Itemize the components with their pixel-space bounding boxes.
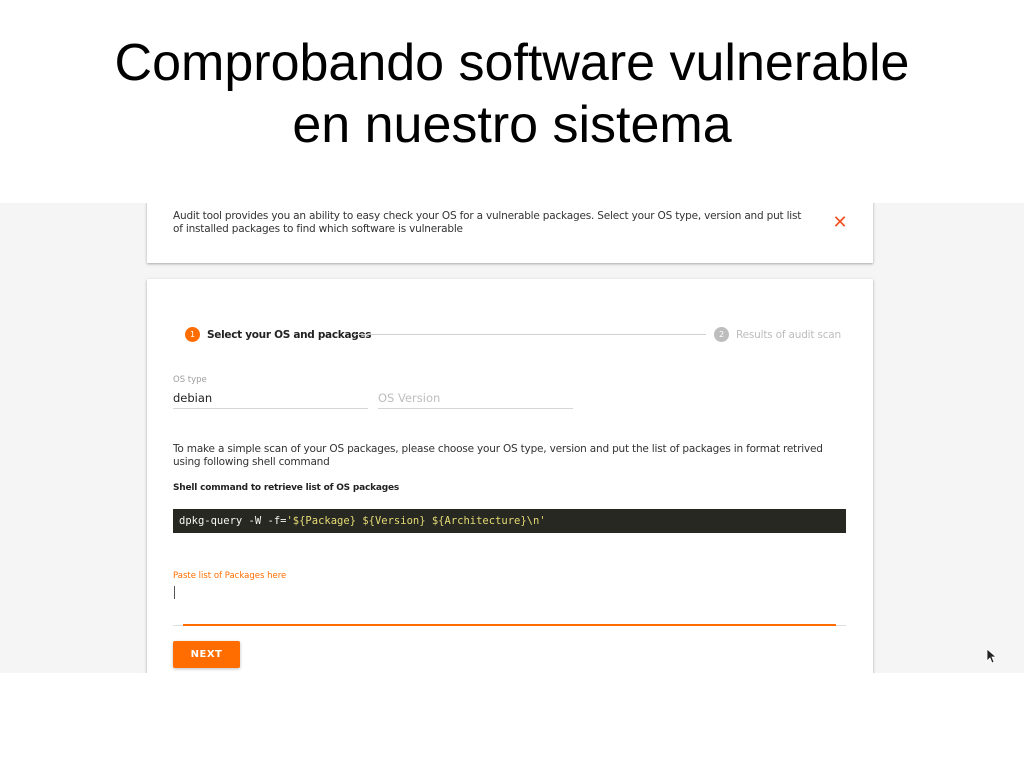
stepper: 1 Select your OS and packages 2 Results … <box>185 327 841 343</box>
os-type-underline <box>173 408 368 409</box>
os-version-placeholder: OS Version <box>378 391 441 405</box>
step-1-indicator: 1 <box>185 327 200 342</box>
packages-focus-underline <box>183 624 836 626</box>
scan-description: To make a simple scan of your OS package… <box>173 443 823 468</box>
shell-command-code[interactable]: dpkg-query -W -f='${Package} ${Version} … <box>173 509 846 533</box>
step-2-label: Results of audit scan <box>736 329 841 341</box>
os-type-label: OS type <box>173 375 207 385</box>
os-version-input[interactable]: OS Version <box>378 375 573 409</box>
packages-textarea[interactable] <box>174 586 175 599</box>
slide-title-line-2: en nuestro sistema <box>292 96 732 154</box>
close-icon[interactable]: ✕ <box>831 213 849 231</box>
stepper-connector <box>353 334 706 335</box>
slide-title-line-1: Comprobando software vulnerable <box>114 34 910 92</box>
slide-title: Comprobando software vulnerable en nuest… <box>0 32 1024 156</box>
os-type-select[interactable]: OS type debian <box>173 375 368 409</box>
os-version-underline <box>378 408 573 409</box>
packages-label: Paste list of Packages here <box>173 571 287 581</box>
info-banner-text: Audit tool provides you an ability to ea… <box>173 210 802 235</box>
app-screenshot: Audit tool provides you an ability to ea… <box>0 203 1024 673</box>
next-button[interactable]: NEXT <box>173 641 240 668</box>
command-heading: Shell command to retrieve list of OS pac… <box>173 483 400 493</box>
step-1-label: Select your OS and packages <box>207 329 372 341</box>
audit-form-card: 1 Select your OS and packages 2 Results … <box>147 279 873 673</box>
command-prefix: dpkg-query -W -f= <box>179 515 287 527</box>
mouse-pointer-icon <box>986 648 996 664</box>
command-format-string: '${Package} ${Version} ${Architecture}\n… <box>286 515 546 527</box>
step-2-indicator: 2 <box>714 327 729 342</box>
info-banner: Audit tool provides you an ability to ea… <box>147 203 873 263</box>
os-type-value: debian <box>173 391 213 405</box>
